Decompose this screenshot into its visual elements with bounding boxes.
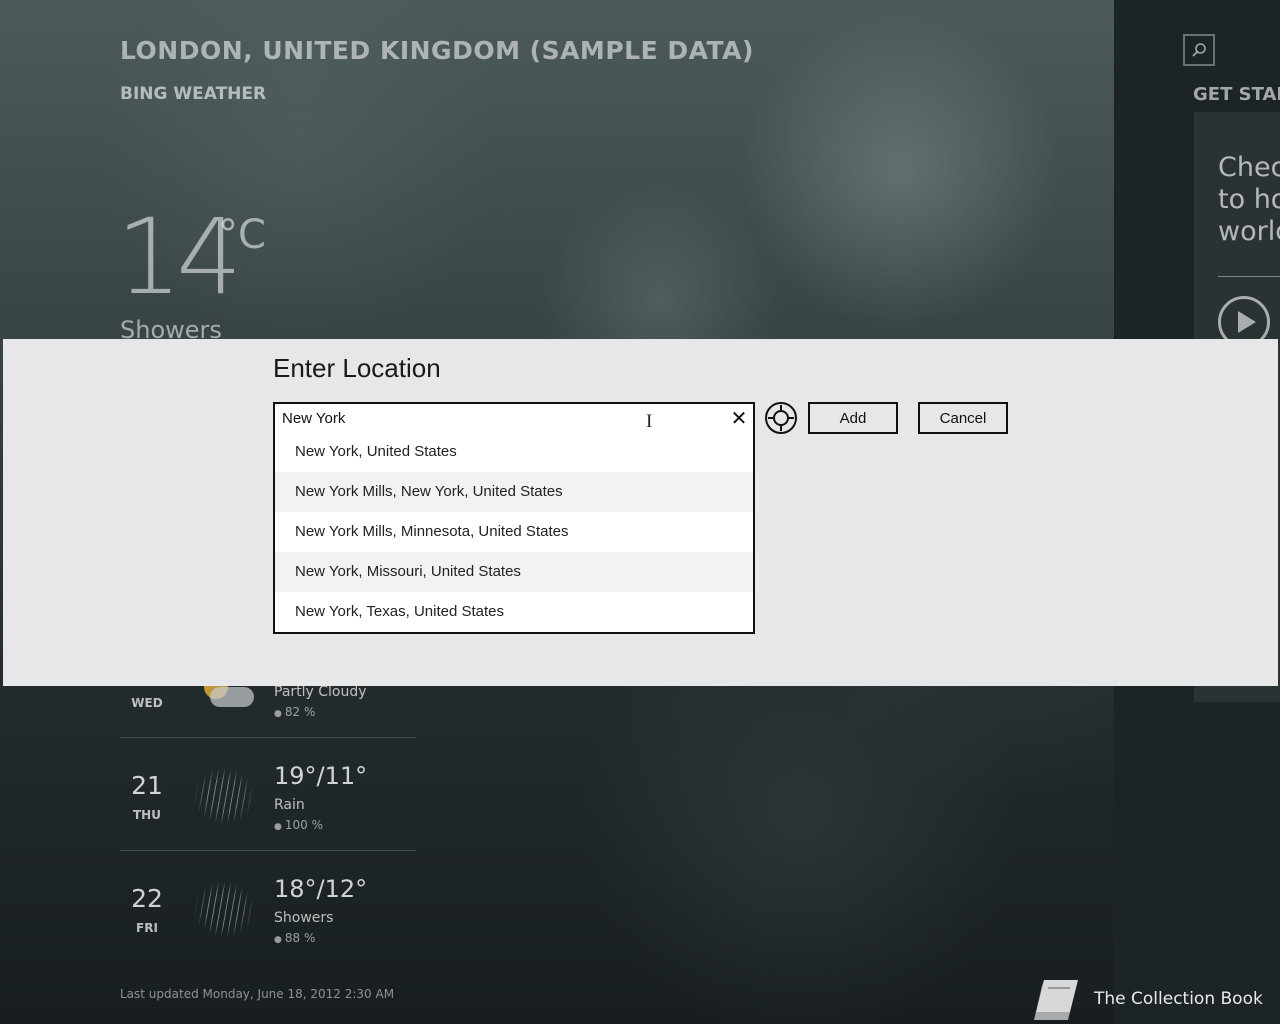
location-input-box[interactable]: I ✕ xyxy=(273,402,755,434)
clear-input-button[interactable]: ✕ xyxy=(725,404,753,432)
book-icon xyxy=(1034,980,1078,1020)
locate-tick xyxy=(780,405,782,411)
temperature-unit: °C xyxy=(218,212,266,258)
last-updated: Last updated Monday, June 18, 2012 2:30 … xyxy=(120,987,395,1001)
suggestion-list: New York, United States New York Mills, … xyxy=(273,432,755,634)
suggestion-item[interactable]: New York, Texas, United States xyxy=(275,592,753,632)
locate-tick xyxy=(768,417,774,419)
forecast-precipitation: ● 82 % xyxy=(274,705,315,719)
divider xyxy=(1218,276,1280,277)
precip-value: 88 % xyxy=(284,931,316,945)
forecast-weekday: WED xyxy=(131,696,163,710)
forecast-description: Partly Cloudy xyxy=(274,684,367,700)
showers-icon xyxy=(194,881,254,937)
forecast-description: Rain xyxy=(274,797,305,813)
forecast-row[interactable]: 22 FRI 18°/12° Showers ● 88 % xyxy=(120,851,416,964)
i-beam-cursor-icon: I xyxy=(646,411,653,432)
forecast-temperatures: 18°/12° xyxy=(274,875,368,903)
close-icon: ✕ xyxy=(730,406,748,430)
get-started-text: Check to ho world xyxy=(1218,152,1280,247)
precip-value: 100 % xyxy=(284,818,323,832)
dialog-title: Enter Location xyxy=(273,353,441,383)
search-icon xyxy=(1192,43,1206,57)
locate-tick xyxy=(780,425,782,431)
enter-location-dialog: Enter Location I ✕ Add Cancel New York, … xyxy=(3,339,1278,686)
suggestion-item[interactable]: New York Mills, Minnesota, United States xyxy=(275,512,753,552)
forecast-precipitation: ● 88 % xyxy=(274,931,315,945)
forecast-precipitation: ● 100 % xyxy=(274,818,323,832)
forecast-weekday: THU xyxy=(133,808,161,822)
suggestion-item[interactable]: New York Mills, New York, United States xyxy=(275,472,753,512)
forecast-temperatures: 19°/11° xyxy=(274,762,368,790)
forecast-row[interactable]: 21 THU 19°/11° Rain ● 100 % xyxy=(120,738,416,851)
forecast-weekday: FRI xyxy=(136,921,158,935)
collection-book-notification[interactable]: The Collection Book xyxy=(1030,976,1263,1022)
suggestion-item[interactable]: New York, United States xyxy=(275,432,753,472)
search-button[interactable] xyxy=(1183,34,1215,66)
locate-tick xyxy=(788,417,794,419)
add-button[interactable]: Add xyxy=(808,402,898,434)
forecast-day-number: 22 xyxy=(131,884,163,913)
cancel-button[interactable]: Cancel xyxy=(918,402,1008,434)
droplet-icon: ● xyxy=(274,935,282,945)
droplet-icon: ● xyxy=(274,822,282,832)
suggestion-item[interactable]: New York, Missouri, United States xyxy=(275,552,753,592)
precip-value: 82 % xyxy=(284,705,316,719)
forecast-description: Showers xyxy=(274,910,334,926)
get-started-heading: GET STARTED xyxy=(1193,84,1280,105)
app-name: BING WEATHER xyxy=(120,84,267,104)
collection-book-label: The Collection Book xyxy=(1094,989,1263,1009)
rain-icon xyxy=(194,768,254,824)
city-title: LONDON, UNITED KINGDOM (SAMPLE DATA) xyxy=(120,36,754,65)
locate-me-button[interactable] xyxy=(765,402,797,434)
droplet-icon: ● xyxy=(274,709,282,719)
locate-me-icon xyxy=(773,410,789,426)
forecast-day-number: 21 xyxy=(131,771,163,800)
